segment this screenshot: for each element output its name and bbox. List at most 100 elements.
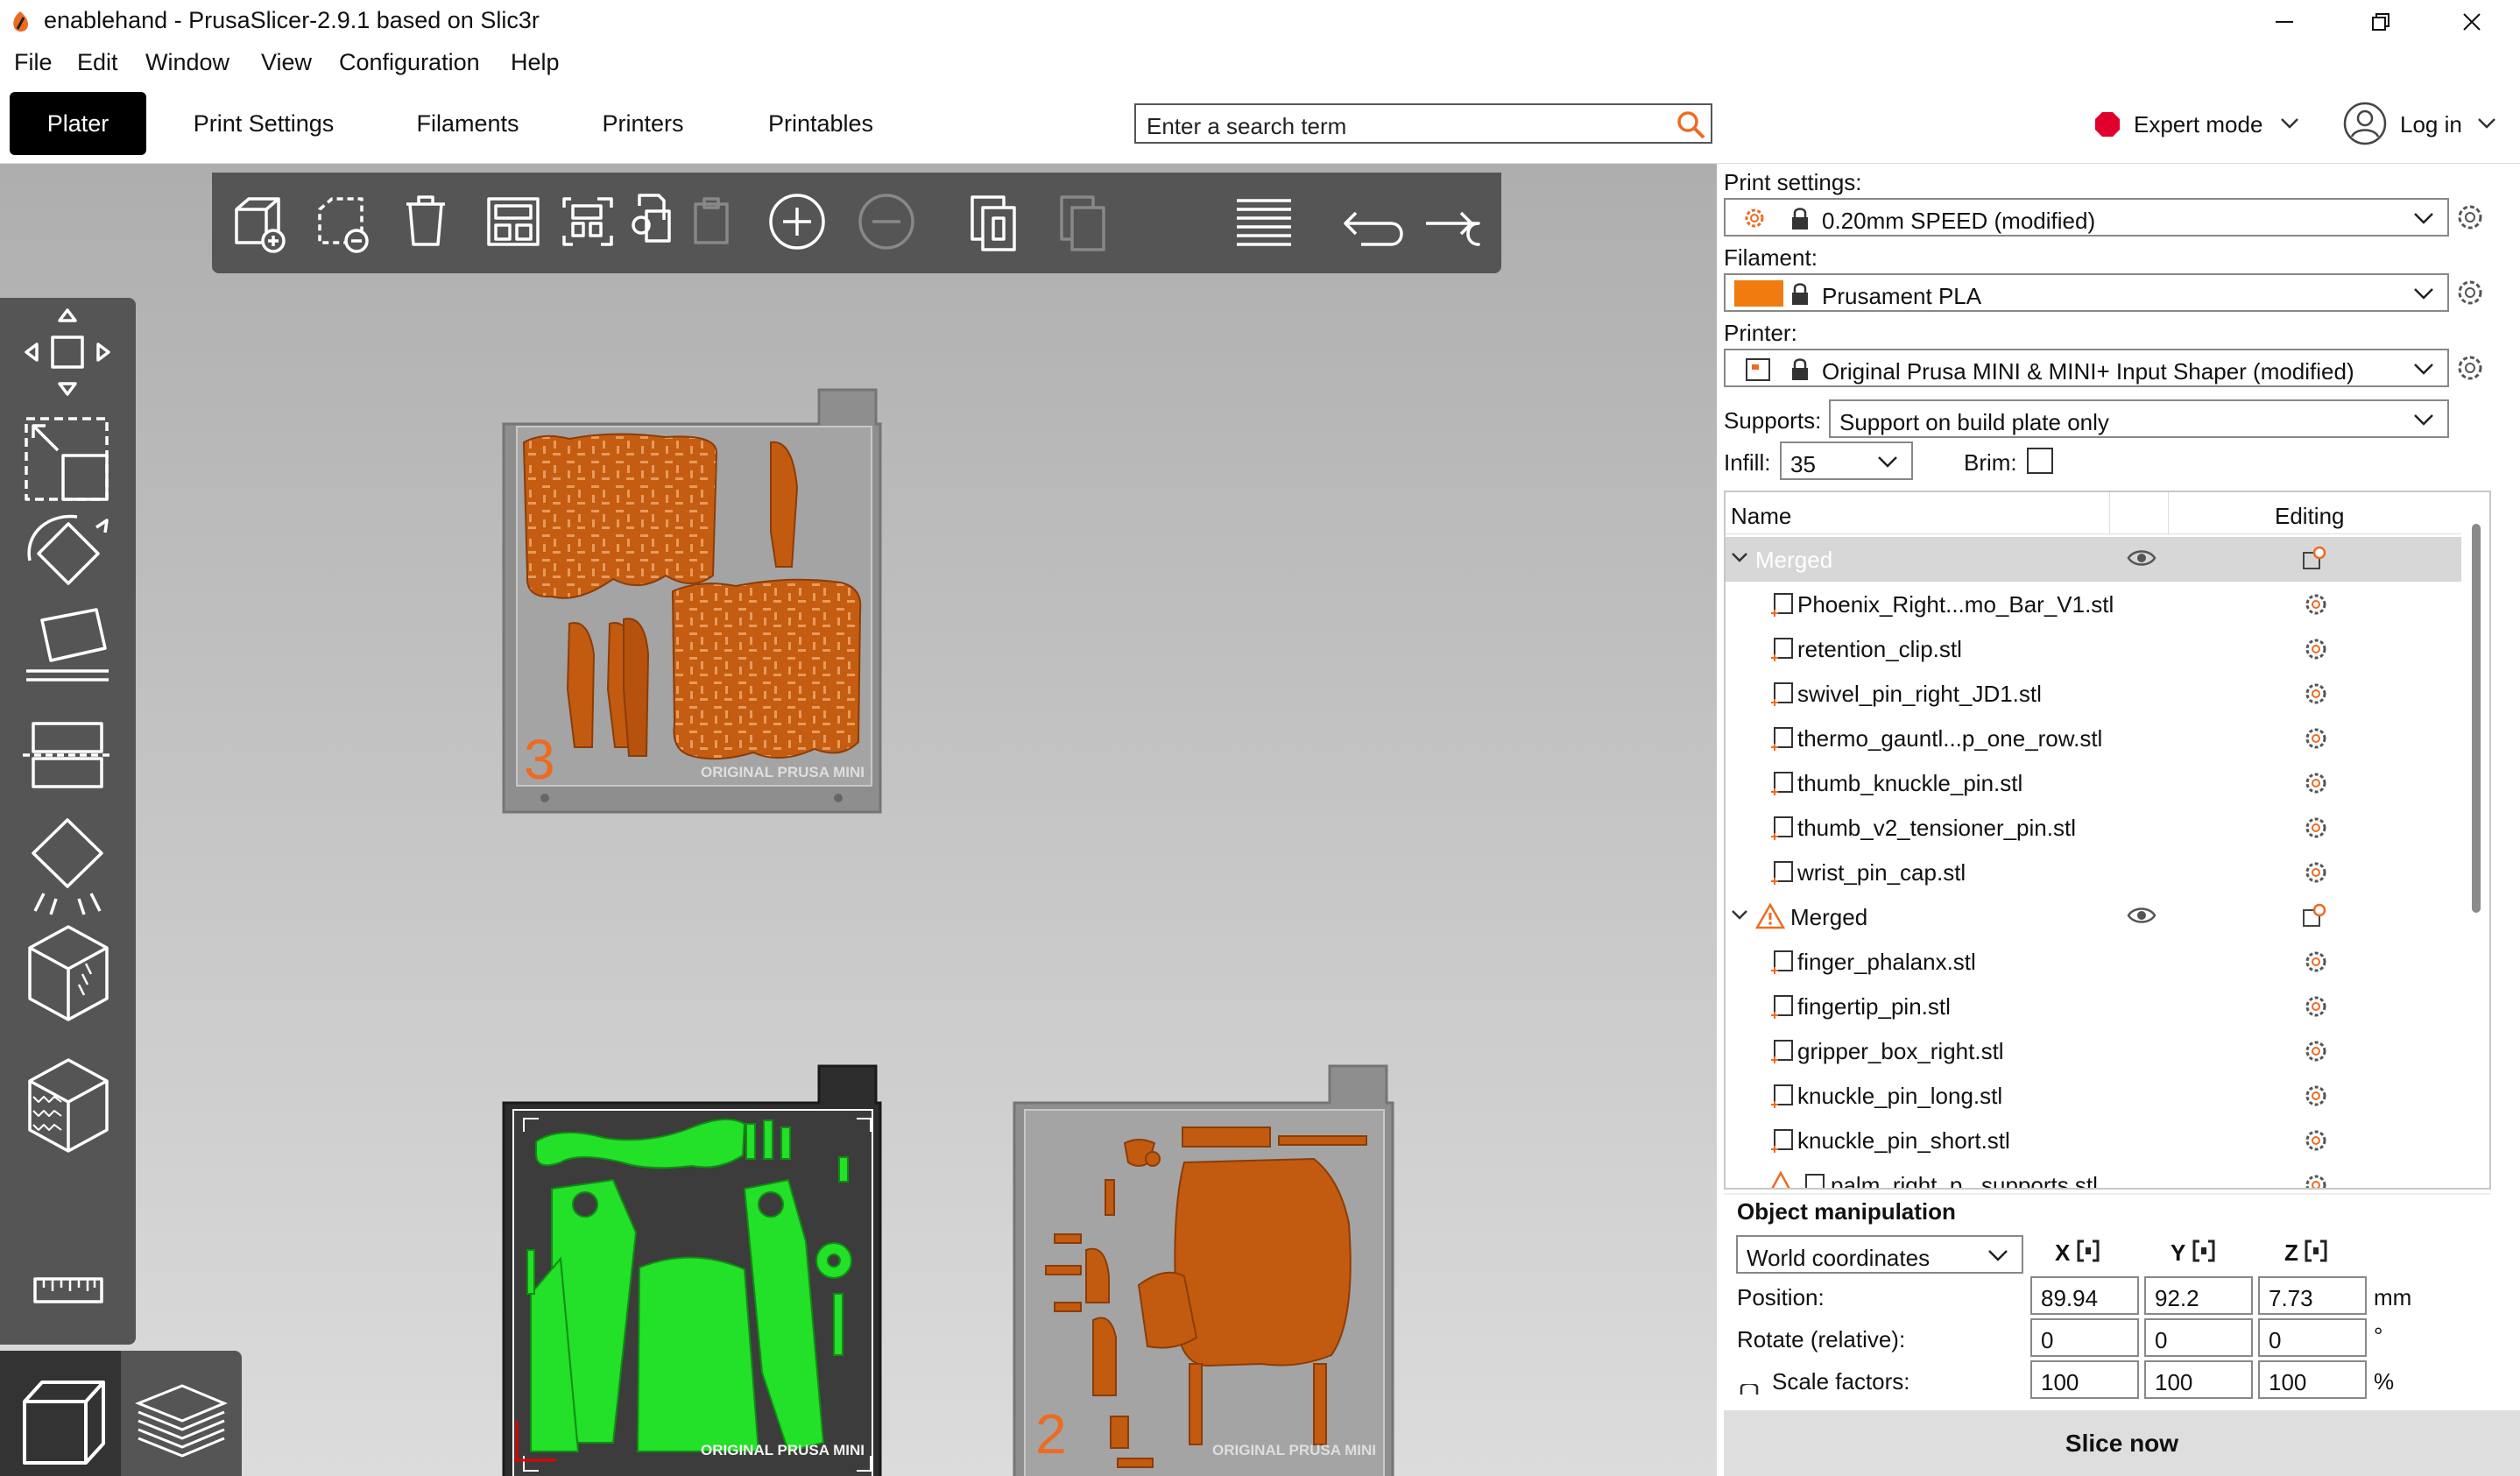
minimize-button[interactable] xyxy=(2236,0,2333,44)
object-settings-icon[interactable] xyxy=(2300,544,2328,572)
filament-color-swatch xyxy=(1734,280,1783,307)
object-row-part[interactable]: swivel_pin_right_JD1.stl xyxy=(1726,671,2461,716)
gear-icon[interactable] xyxy=(2302,590,2330,618)
gear-icon[interactable] xyxy=(2302,992,2330,1020)
scrollbar-thumb[interactable] xyxy=(2472,524,2481,913)
object-name: palm_right_p...supports.stl xyxy=(1831,1172,2098,1190)
axis-lock-icon[interactable] xyxy=(2076,1239,2100,1263)
tab-printables[interactable]: Printables xyxy=(752,92,890,155)
menu-window[interactable]: Window xyxy=(145,49,229,76)
object-row-part[interactable]: knuckle_pin_long.stl xyxy=(1726,1073,2461,1118)
position-z-input[interactable]: 7.73 xyxy=(2258,1276,2367,1315)
rotate-z-input[interactable]: 0 xyxy=(2258,1318,2367,1357)
part-icon xyxy=(1771,1084,1793,1108)
gear-icon[interactable] xyxy=(2453,350,2488,385)
object-row-part[interactable]: gripper_box_right.stl xyxy=(1726,1028,2461,1073)
maximize-button[interactable] xyxy=(2333,0,2429,44)
menu-configuration[interactable]: Configuration xyxy=(339,49,480,76)
close-button[interactable] xyxy=(2424,0,2520,44)
bed-plate[interactable]: 3 ORIGINAL PRUSA MINI xyxy=(502,388,882,814)
chevron-down-icon[interactable] xyxy=(2279,117,2300,131)
object-row-part[interactable]: Phoenix_Right...mo_Bar_V1.stl xyxy=(1726,582,2461,626)
menu-edit[interactable]: Edit xyxy=(77,49,118,76)
menu-file[interactable]: File xyxy=(14,49,53,76)
object-row-part[interactable]: knuckle_pin_short.stl xyxy=(1726,1118,2461,1162)
bed-plate[interactable]: 2 ORIGINAL PRUSA MINI xyxy=(1013,1064,1394,1476)
search-input[interactable]: Enter a search term xyxy=(1134,103,1712,144)
position-y-input[interactable]: 92.2 xyxy=(2144,1276,2253,1315)
mode-label[interactable]: Expert mode xyxy=(2134,111,2262,138)
gear-icon[interactable] xyxy=(2453,200,2488,235)
object-row-part[interactable]: thermo_gauntl...p_one_row.stl xyxy=(1726,716,2461,760)
object-row-group[interactable]: Merged xyxy=(1726,537,2461,582)
gear-icon[interactable] xyxy=(2302,1082,2330,1110)
chevron-down-icon[interactable] xyxy=(1731,551,1748,565)
tab-filaments[interactable]: Filaments xyxy=(401,92,534,155)
chevron-down-icon[interactable] xyxy=(2476,117,2497,131)
rotate-x-input[interactable]: 0 xyxy=(2030,1318,2139,1357)
printer-combo[interactable]: Original Prusa MINI & MINI+ Input Shaper… xyxy=(1724,349,2449,387)
object-row-part[interactable]: palm_right_p...supports.stl xyxy=(1726,1162,2461,1190)
gear-icon[interactable] xyxy=(2302,769,2330,797)
eye-icon[interactable] xyxy=(2127,547,2156,569)
gear-icon[interactable] xyxy=(2302,1171,2330,1190)
gear-icon[interactable] xyxy=(2302,858,2330,886)
slice-now-button[interactable]: Slice now xyxy=(1724,1410,2520,1476)
tab-plater[interactable]: Plater xyxy=(10,92,146,155)
scale-z-input[interactable]: 100 xyxy=(2258,1360,2367,1399)
bed-label: ORIGINAL PRUSA MINI xyxy=(1212,1442,1376,1458)
user-icon[interactable] xyxy=(2342,101,2388,146)
gear-icon[interactable] xyxy=(2453,275,2488,310)
object-list[interactable]: Name Editing Merged Phoenix_Right...mo_B… xyxy=(1724,491,2491,1190)
login-label[interactable]: Log in xyxy=(2400,111,2462,138)
object-name: fingertip_pin.stl xyxy=(1797,993,1951,1020)
supports-combo[interactable]: Support on build plate only xyxy=(1829,399,2449,438)
menu-help[interactable]: Help xyxy=(511,49,560,76)
gear-icon[interactable] xyxy=(2302,635,2330,663)
infill-combo[interactable]: 35 xyxy=(1780,441,1913,480)
object-row-part[interactable]: retention_clip.stl xyxy=(1726,626,2461,671)
object-row-part[interactable]: thumb_v2_tensioner_pin.stl xyxy=(1726,805,2461,850)
part-icon xyxy=(1771,727,1793,751)
search-icon[interactable] xyxy=(1676,109,1707,141)
gear-icon[interactable] xyxy=(2302,814,2330,842)
title-bar: enablehand - PrusaSlicer-2.9.1 based on … xyxy=(0,0,2520,44)
axis-lock-icon[interactable] xyxy=(2192,1239,2216,1263)
eye-icon[interactable] xyxy=(2127,905,2156,926)
3d-scene[interactable]: 3 ORIGINAL PRUSA MINI ORIGINAL PRUSA MIN… xyxy=(0,164,1717,1476)
gear-icon[interactable] xyxy=(2302,1037,2330,1065)
axis-lock-icon[interactable] xyxy=(2304,1239,2328,1263)
scale-x-input[interactable]: 100 xyxy=(2030,1360,2139,1399)
object-settings-icon[interactable] xyxy=(2300,901,2328,929)
position-x-input[interactable]: 89.94 xyxy=(2030,1276,2139,1315)
chevron-down-icon xyxy=(1988,1250,2008,1261)
object-row-part[interactable]: thumb_knuckle_pin.stl xyxy=(1726,760,2461,805)
chevron-down-icon xyxy=(2414,288,2433,300)
gear-icon[interactable] xyxy=(2302,680,2330,708)
menu-view[interactable]: View xyxy=(261,49,312,76)
object-name: Phoenix_Right...mo_Bar_V1.stl xyxy=(1797,591,2114,618)
coordinates-combo[interactable]: World coordinates xyxy=(1736,1235,2023,1274)
scale-y-input[interactable]: 100 xyxy=(2144,1360,2253,1399)
object-row-part[interactable]: wrist_pin_cap.stl xyxy=(1726,850,2461,894)
brim-checkbox[interactable] xyxy=(2027,448,2053,474)
column-editing[interactable]: Editing xyxy=(2275,503,2345,530)
tab-print-settings[interactable]: Print Settings xyxy=(175,92,352,155)
scale-y-value: 100 xyxy=(2155,1369,2193,1395)
object-row-part[interactable]: fingertip_pin.stl xyxy=(1726,984,2461,1028)
column-name[interactable]: Name xyxy=(1731,503,1791,530)
object-row-group[interactable]: Merged xyxy=(1726,894,2461,939)
filament-combo[interactable]: Prusament PLA xyxy=(1724,273,2449,312)
print-settings-combo[interactable]: 0.20mm SPEED (modified) xyxy=(1724,198,2449,237)
scale-lock-icon[interactable] xyxy=(1740,1384,1759,1395)
object-name: wrist_pin_cap.stl xyxy=(1797,859,1966,886)
gear-icon[interactable] xyxy=(2302,724,2330,752)
bed-plate-active[interactable]: ORIGINAL PRUSA MINI xyxy=(502,1064,882,1476)
tab-printers[interactable]: Printers xyxy=(583,92,702,155)
chevron-down-icon[interactable] xyxy=(1731,908,1748,922)
object-row-part[interactable]: finger_phalanx.stl xyxy=(1726,939,2461,984)
rotate-y-input[interactable]: 0 xyxy=(2144,1318,2253,1357)
gear-icon[interactable] xyxy=(2302,948,2330,976)
gear-icon[interactable] xyxy=(2302,1126,2330,1155)
warning-icon[interactable] xyxy=(1755,903,1785,929)
